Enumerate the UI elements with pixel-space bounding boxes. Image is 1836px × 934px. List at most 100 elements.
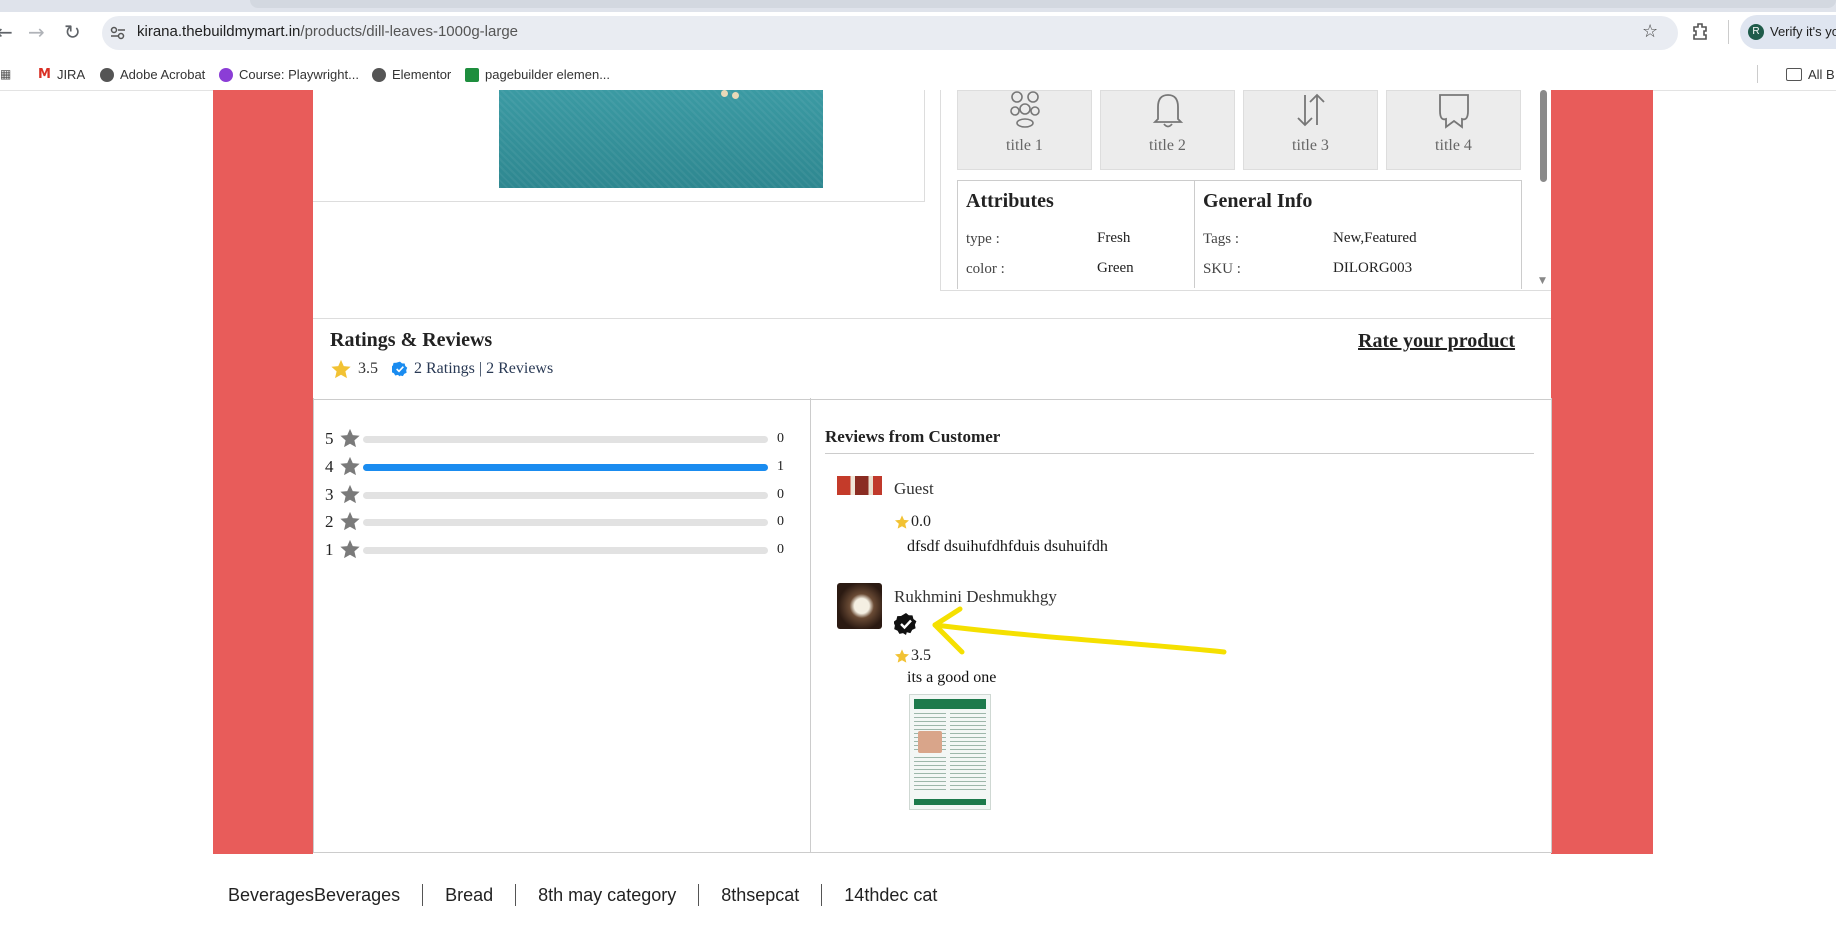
- bookmark-elementor[interactable]: Elementor: [372, 67, 451, 82]
- rating-row-5: 50: [325, 427, 795, 449]
- verified-badge-icon: [392, 361, 408, 377]
- reload-icon[interactable]: ↻: [64, 20, 81, 44]
- bookmark-label: pagebuilder elemen...: [485, 67, 611, 82]
- globe-icon: [100, 67, 114, 82]
- feature-label: title 4: [1435, 137, 1472, 154]
- category-nav: BeveragesBeverages Bread 8th may category 8…: [228, 884, 959, 906]
- attribute-key: color :: [966, 261, 1005, 277]
- globe-icon: [372, 67, 386, 82]
- bookmark-adobe[interactable]: Adobe Acrobat: [100, 67, 205, 82]
- rating-counts: 2 Ratings | 2 Reviews: [414, 360, 554, 377]
- rating-bar-fill: [363, 464, 768, 471]
- rate-product-link[interactable]: Rate your product: [1358, 330, 1515, 353]
- bookmark-pagebuilder[interactable]: pagebuilder elemen...: [465, 67, 610, 82]
- category-link[interactable]: Bread: [423, 885, 515, 906]
- general-info-heading: General Info: [1203, 190, 1313, 212]
- forward-icon[interactable]: →: [28, 20, 45, 44]
- profile-label: Verify it's yo: [1770, 24, 1836, 39]
- url-text[interactable]: kirana.thebuildmymart.in/products/dill-l…: [137, 23, 518, 40]
- bookmark-label: Course: Playwright...: [239, 67, 359, 82]
- profile-verify-button[interactable]: R Verify it's yo: [1740, 15, 1836, 49]
- review-attachment-thumbnail[interactable]: [909, 694, 991, 810]
- bookmarks-bar: ▦ M JIRA Adobe Acrobat Course: Playwright…: [0, 58, 1836, 91]
- rating-row-2: 20: [325, 510, 795, 532]
- feature-card-4[interactable]: title 4: [1386, 90, 1521, 170]
- category-link[interactable]: 8thsepcat: [699, 885, 821, 906]
- category-link[interactable]: 8th may category: [516, 885, 698, 906]
- bookmarks-divider: [1757, 65, 1758, 83]
- profile-avatar: R: [1748, 24, 1764, 40]
- review-rating-value: 0.0: [911, 513, 931, 530]
- rating-bar: [363, 464, 768, 471]
- star-icon: [895, 515, 909, 529]
- reviews-divider: [825, 453, 1534, 454]
- rating-bar: [363, 519, 768, 526]
- feature-label: title 1: [1006, 137, 1043, 154]
- rating-row-3: 30: [325, 483, 795, 505]
- extensions-icon[interactable]: [1690, 21, 1710, 41]
- image-detail: [721, 90, 728, 97]
- scrollbar-thumb[interactable]: [1540, 90, 1547, 182]
- rating-bar: [363, 547, 768, 554]
- star-icon: [340, 511, 360, 531]
- category-link[interactable]: 14thdec cat: [822, 885, 959, 906]
- feature-card-2[interactable]: title 2: [1100, 90, 1235, 170]
- apps-grid-icon[interactable]: ▦: [0, 67, 11, 81]
- star-icon: [340, 428, 360, 448]
- table-divider: [1194, 180, 1195, 288]
- feature-card-3[interactable]: title 3: [1243, 90, 1378, 170]
- folder-icon: [1786, 68, 1802, 81]
- url-path: /products/dill-leaves-1000g-large: [300, 23, 519, 40]
- product-image[interactable]: [499, 90, 823, 188]
- feature-card-1[interactable]: title 1: [957, 90, 1092, 170]
- category-link[interactable]: BeveragesBeverages: [228, 885, 422, 906]
- avatar: [837, 583, 882, 629]
- feature-label: title 3: [1292, 137, 1329, 154]
- all-bookmarks-label: All B: [1808, 67, 1835, 82]
- right-red-margin: [1551, 90, 1653, 854]
- rating-count: 0: [777, 487, 784, 502]
- active-tab[interactable]: [250, 0, 1836, 8]
- bell-icon: [1152, 94, 1183, 128]
- all-bookmarks[interactable]: All B: [1786, 67, 1835, 82]
- bookmark-jira[interactable]: M JIRA: [38, 67, 85, 82]
- people-icon: [1009, 91, 1040, 128]
- star-count-label: 4: [325, 457, 334, 476]
- left-red-margin: [213, 90, 313, 854]
- bookmark-label: Adobe Acrobat: [120, 67, 206, 82]
- rating-row-1: 10: [325, 538, 795, 560]
- attribute-value: Green: [1097, 260, 1134, 276]
- attributes-heading: Attributes: [966, 190, 1054, 212]
- star-icon: [331, 359, 351, 379]
- review-text: dfsdf dsuihufdhfduis dsuhuifdh: [907, 538, 1108, 555]
- verified-badge-icon: [894, 613, 917, 635]
- feature-label: title 2: [1149, 137, 1186, 154]
- star-icon: [340, 456, 360, 476]
- rating-count: 0: [777, 542, 784, 557]
- gmail-icon: M: [38, 67, 51, 82]
- toolbar-divider: [1728, 20, 1729, 44]
- bookmark-label: Elementor: [392, 67, 452, 82]
- star-count-label: 3: [325, 485, 334, 504]
- attribute-key: type :: [966, 231, 1000, 247]
- annotation-arrow: [932, 606, 1227, 655]
- sheets-icon: [465, 67, 479, 82]
- rating-count: 0: [777, 431, 784, 446]
- ratings-title: Ratings & Reviews: [330, 329, 493, 351]
- star-icon: [895, 649, 909, 663]
- reviews-title: Reviews from Customer: [825, 427, 1001, 446]
- attribute-value: Fresh: [1097, 230, 1131, 246]
- rating-bar: [363, 436, 768, 443]
- bookmark-playwright[interactable]: Course: Playwright...: [219, 67, 359, 82]
- review-rating: 0.0: [894, 513, 931, 531]
- scroll-down-icon[interactable]: ▼: [1539, 276, 1546, 286]
- info-value: New,Featured: [1333, 230, 1417, 246]
- average-rating: 3.5: [358, 360, 378, 377]
- site-info-icon[interactable]: [110, 26, 126, 40]
- star-icon: [340, 539, 360, 559]
- rating-count: 0: [777, 514, 784, 529]
- rating-count: 1: [777, 459, 784, 474]
- bookmark-star-icon[interactable]: ☆: [1642, 21, 1658, 42]
- back-icon[interactable]: ←: [0, 20, 13, 44]
- review-text: its a good one: [907, 669, 997, 686]
